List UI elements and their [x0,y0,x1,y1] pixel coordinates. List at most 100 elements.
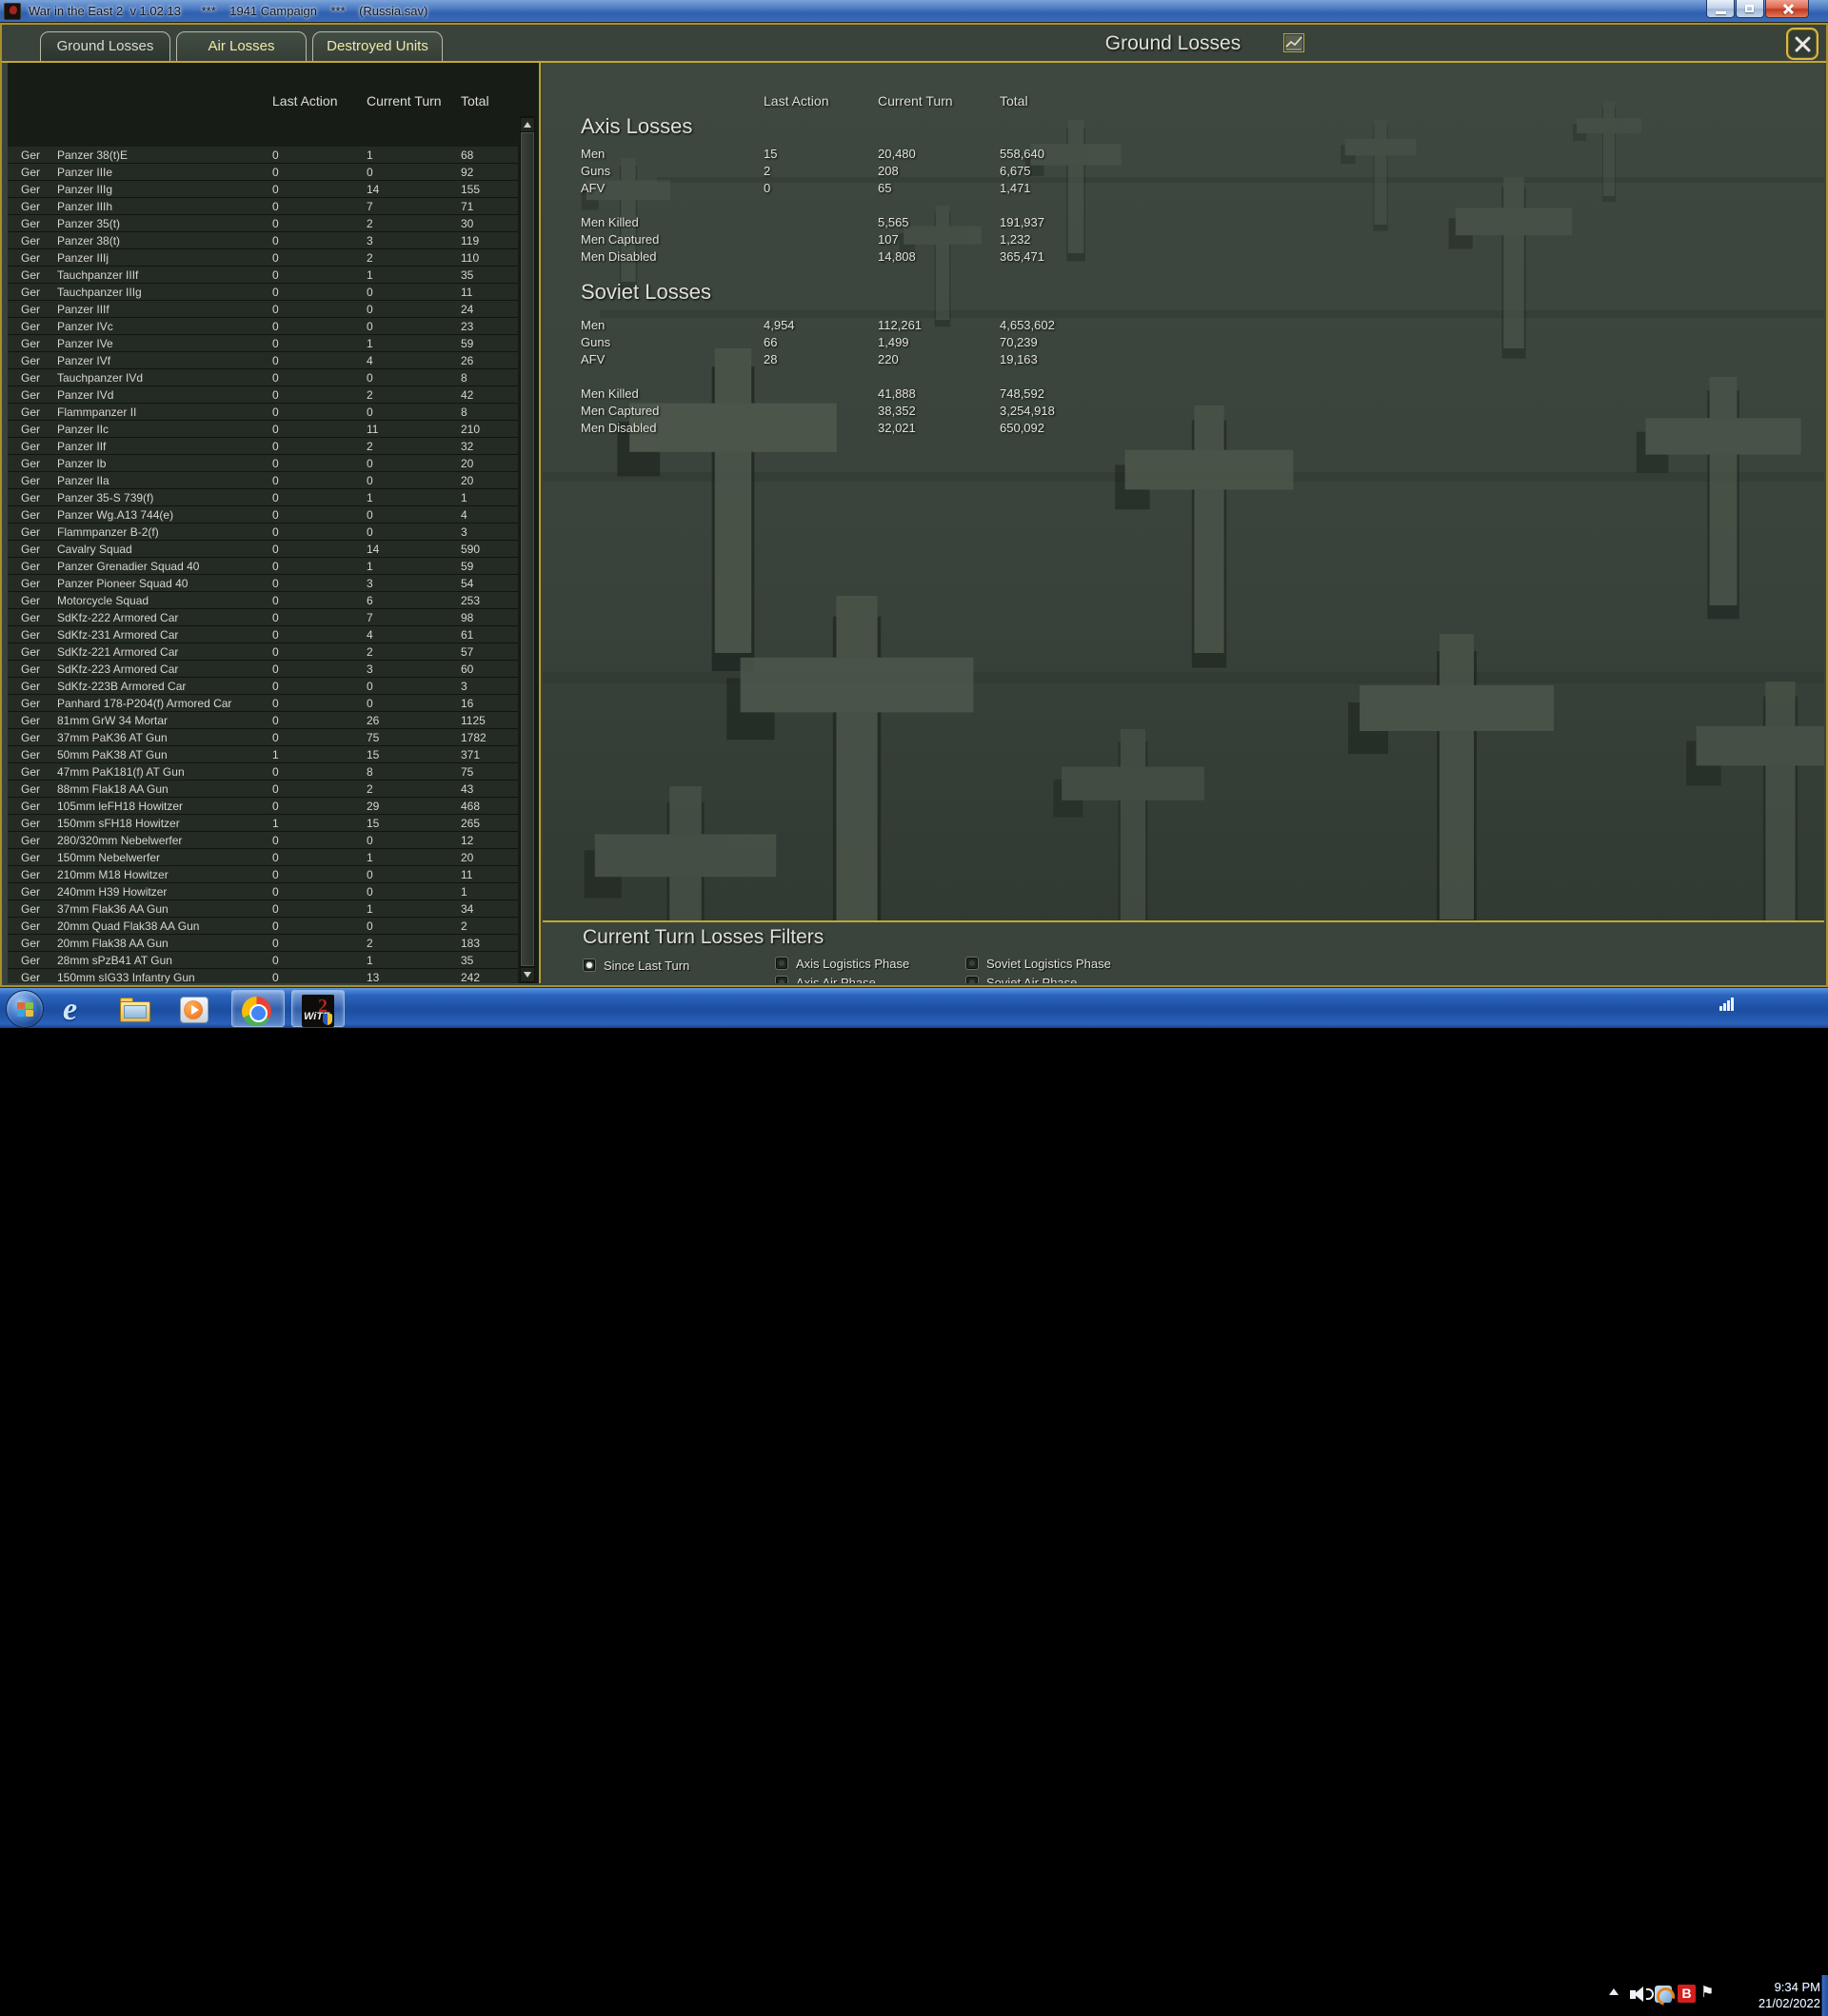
table-row[interactable]: Ger 240mm H39 Howitzer 0 0 1 [8,883,518,900]
cell-nat: Ger [21,817,41,830]
cell-tot: 16 [461,697,474,710]
table-row[interactable]: Ger 20mm Quad Flak38 AA Gun 0 0 2 [8,918,518,935]
maximize-button[interactable] [1736,0,1764,18]
table-row[interactable]: Ger 210mm M18 Howitzer 0 0 11 [8,866,518,883]
cell-ct: 7 [367,611,373,624]
stat-label: Guns [581,335,611,349]
table-row[interactable]: Ger Flammpanzer B-2(f) 0 0 3 [8,524,518,541]
table-row[interactable]: Ger Panzer IVd 0 2 42 [8,386,518,404]
stat-la: 28 [764,352,778,366]
radio-icon[interactable] [965,976,979,983]
table-row[interactable]: Ger Panzer Grenadier Squad 40 0 1 59 [8,558,518,575]
table-row[interactable]: Ger Panzer Wg.A13 744(e) 0 0 4 [8,506,518,524]
table-row[interactable]: Ger 88mm Flak18 AA Gun 0 2 43 [8,781,518,798]
table-row[interactable]: Ger 20mm Flak38 AA Gun 0 2 183 [8,935,518,952]
close-window-button[interactable] [1765,0,1809,18]
table-row[interactable]: Ger 28mm sPzB41 AT Gun 0 1 35 [8,952,518,969]
chart-icon[interactable] [1283,33,1304,52]
table-row[interactable]: Ger 50mm PaK38 AT Gun 1 15 371 [8,746,518,763]
table-row[interactable]: Ger Panzer IIIh 0 7 71 [8,198,518,215]
scroll-down-icon[interactable] [521,968,534,981]
table-row[interactable]: Ger SdKfz-223 Armored Car 0 3 60 [8,661,518,678]
table-row[interactable]: Ger Panzer IIIg 0 14 155 [8,181,518,198]
cell-name: Panzer 38(t) [57,234,121,247]
table-row[interactable]: Ger 37mm Flak36 AA Gun 0 1 34 [8,900,518,918]
table-row[interactable]: Ger Tauchpanzer IIIg 0 0 11 [8,284,518,301]
show-hidden-icons-caret[interactable] [1609,1988,1619,1995]
window-titlebar[interactable]: War in the East 2 v 1.02.13 *** 1941 Cam… [0,0,1828,23]
table-row[interactable]: Ger Panzer IVc 0 0 23 [8,318,518,335]
cell-nat: Ger [21,405,41,419]
table-row[interactable]: Ger Panzer IVe 0 1 59 [8,335,518,352]
table-row[interactable]: Ger Panzer 35-S 739(f) 0 1 1 [8,489,518,506]
radio-icon[interactable] [775,976,788,983]
table-row[interactable]: Ger 150mm sFH18 Howitzer 1 15 265 [8,815,518,832]
cell-la: 0 [272,405,279,419]
table-row[interactable]: Ger 150mm sIG33 Infantry Gun 0 13 242 [8,969,518,983]
tab-ground-losses[interactable]: Ground Losses [40,31,170,61]
table-row[interactable]: Ger Panzer 35(t) 0 2 30 [8,215,518,232]
table-row[interactable]: Ger Panhard 178-P204(f) Armored Car 0 0 16 [8,695,518,712]
cell-tot: 1 [461,491,467,504]
minimize-button[interactable] [1706,0,1735,18]
table-row[interactable]: Ger SdKfz-221 Armored Car 0 2 57 [8,643,518,661]
table-row[interactable]: Ger Panzer IIIf 0 0 24 [8,301,518,318]
table-row[interactable]: Ger 81mm GrW 34 Mortar 0 26 1125 [8,712,518,729]
table-row[interactable]: Ger Tauchpanzer IVd 0 0 8 [8,369,518,386]
scrollbar-thumb[interactable] [521,132,534,966]
media-player-icon[interactable] [177,992,211,1026]
radio-icon[interactable] [965,957,979,970]
table-scrollbar[interactable] [520,116,535,983]
column-header-last-action: Last Action [764,93,829,109]
close-screen-button[interactable] [1786,28,1818,60]
table-row[interactable]: Ger Panzer 38(t)E 0 1 68 [8,147,518,164]
cell-la: 0 [272,474,279,487]
radio-icon[interactable] [775,957,788,970]
wite2-taskbar-button[interactable]: 2 WiTE [291,990,345,1027]
cell-tot: 20 [461,457,474,470]
table-row[interactable]: Ger Flammpanzer II 0 0 8 [8,404,518,421]
table-row[interactable]: Ger Panzer IVf 0 4 26 [8,352,518,369]
table-row[interactable]: Ger Panzer Pioneer Squad 40 0 3 54 [8,575,518,592]
cell-name: Flammpanzer B-2(f) [57,525,159,539]
cell-la: 0 [272,662,279,676]
table-row[interactable]: Ger Panzer IIc 0 11 210 [8,421,518,438]
table-row[interactable]: Ger Panzer IIIj 0 2 110 [8,249,518,267]
action-center-flag-icon[interactable]: ⚑ [1700,1983,1714,2002]
table-row[interactable]: Ger 105mm leFH18 Howitzer 0 29 468 [8,798,518,815]
stat-row: Men Captured 107 1,232 [543,232,1824,249]
stat-ct: 220 [878,352,899,366]
table-row[interactable]: Ger 280/320mm Nebelwerfer 0 0 12 [8,832,518,849]
table-row[interactable]: Ger Panzer IIf 0 2 32 [8,438,518,455]
show-desktop-button[interactable] [1821,1975,1828,2016]
table-row[interactable]: Ger 47mm PaK181(f) AT Gun 0 8 75 [8,763,518,781]
table-row[interactable]: Ger Panzer 38(t) 0 3 119 [8,232,518,249]
tray-app-icon[interactable] [1655,1986,1672,2003]
table-row[interactable]: Ger SdKfz-231 Armored Car 0 4 61 [8,626,518,643]
chrome-taskbar-button[interactable] [231,990,285,1027]
table-row[interactable]: Ger 150mm Nebelwerfer 0 1 20 [8,849,518,866]
clock[interactable]: 9:34 PM 21/02/2022 [1748,1979,1820,2011]
cell-tot: 23 [461,320,474,333]
table-row[interactable]: Ger SdKfz-223B Armored Car 0 0 3 [8,678,518,695]
table-row[interactable]: Ger Motorcycle Squad 0 6 253 [8,592,518,609]
table-row[interactable]: Ger Panzer IIa 0 0 20 [8,472,518,489]
cell-name: Panzer IIIf [57,303,109,316]
internet-explorer-icon[interactable]: e [63,992,97,1027]
table-row[interactable]: Ger Panzer Ib 0 0 20 [8,455,518,472]
stat-tot: 19,163 [1000,352,1038,366]
table-row[interactable]: Ger Cavalry Squad 0 14 590 [8,541,518,558]
radio-icon[interactable] [583,959,596,972]
cell-nat: Ger [21,371,41,385]
table-row[interactable]: Ger Tauchpanzer IIIf 0 1 35 [8,267,518,284]
file-explorer-icon[interactable] [118,992,152,1026]
scroll-up-icon[interactable] [521,118,534,131]
tab-air-losses[interactable]: Air Losses [176,31,307,61]
tab-destroyed-units[interactable]: Destroyed Units [312,31,443,61]
tray-b-icon[interactable]: B [1678,1985,1696,2003]
start-button[interactable] [6,990,44,1028]
stat-row: Men Disabled 14,808 365,471 [543,249,1824,267]
table-row[interactable]: Ger 37mm PaK36 AT Gun 0 75 1782 [8,729,518,746]
table-row[interactable]: Ger SdKfz-222 Armored Car 0 7 98 [8,609,518,626]
table-row[interactable]: Ger Panzer IIIe 0 0 92 [8,164,518,181]
